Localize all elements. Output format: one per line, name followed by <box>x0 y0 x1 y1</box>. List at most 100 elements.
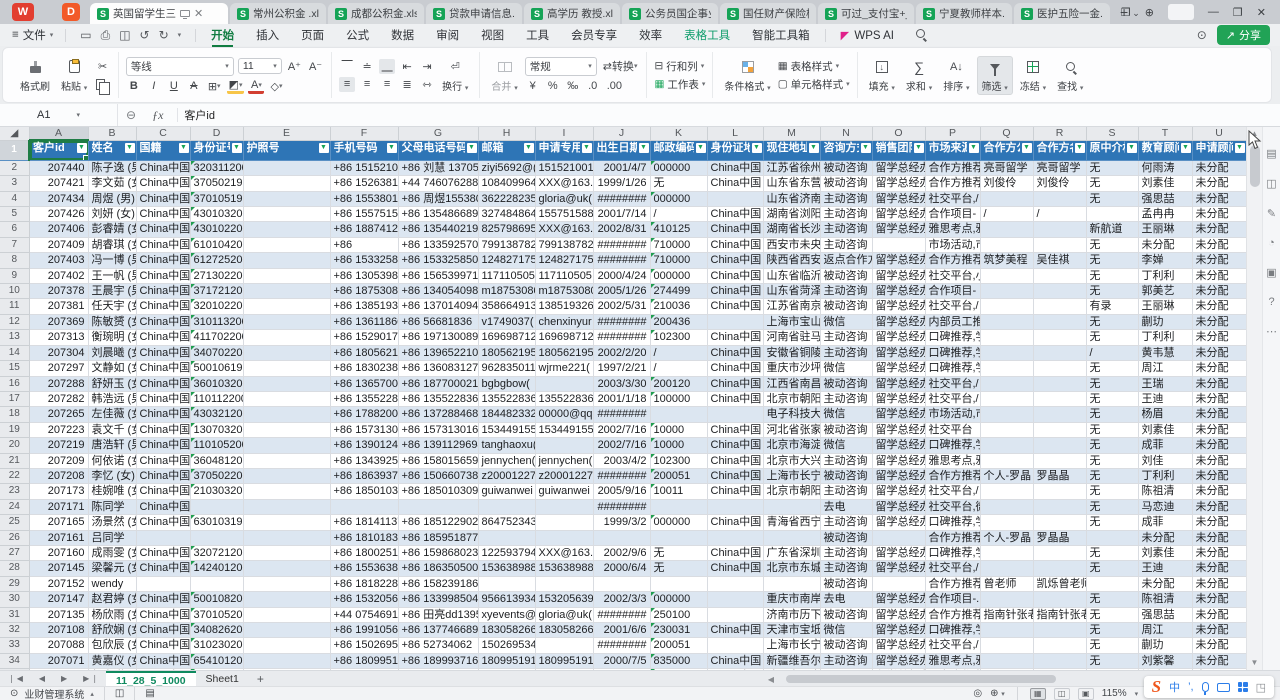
cell-D5[interactable]: 430103200107142529 <box>190 207 243 222</box>
cell-C20[interactable]: China中国 <box>136 438 190 453</box>
cell-U26[interactable]: 未分配 <box>1192 530 1246 545</box>
cell-C21[interactable]: China中国 <box>136 453 190 468</box>
cell-S14[interactable]: / <box>1086 345 1138 360</box>
cell-L29[interactable] <box>707 576 763 591</box>
increase-indent-button[interactable]: ⇥ <box>419 59 435 74</box>
cell-B34[interactable]: 黄嘉仪 (女 <box>88 653 136 668</box>
cell-D19[interactable]: 130703200106280921 <box>190 422 243 437</box>
cell-N7[interactable]: 主动咨询 <box>820 237 872 252</box>
cell-N32[interactable]: 微信 <box>820 623 872 638</box>
cell-M3[interactable]: 山东省东营 <box>763 176 820 191</box>
cell-S19[interactable]: 无 <box>1086 422 1138 437</box>
cell-R15[interactable] <box>1033 361 1086 376</box>
wrap-text-button[interactable]: ⏎ 换行 ▾ <box>438 57 472 94</box>
cell-D14[interactable]: 340702200202202520 <box>190 345 243 360</box>
align-center-button[interactable]: ≡ <box>359 77 375 92</box>
cell-Q9[interactable] <box>980 268 1033 283</box>
cell-Q8[interactable]: 筑梦美程 <box>980 253 1033 268</box>
cell-N19[interactable]: 被动咨询 <box>820 422 872 437</box>
cell-D16[interactable]: 360103200303300725 <box>190 376 243 391</box>
filter-dropdown-icon[interactable]: ▼ <box>1181 143 1191 153</box>
cell-H15[interactable]: 962835011 <box>478 361 535 376</box>
document-tab[interactable]: S常州公积金 .xlsx <box>230 3 326 24</box>
cell-K16[interactable]: 200120 <box>650 376 707 391</box>
row-header-10[interactable]: 10 <box>0 284 29 299</box>
cell-T18[interactable]: 杨眉 <box>1138 407 1192 422</box>
cell-A34[interactable]: 207071 <box>29 653 88 668</box>
cell-O7[interactable] <box>872 237 925 252</box>
row-header-1[interactable]: 1 <box>0 140 29 160</box>
cell-M22[interactable]: 上海市长宁 <box>763 468 820 483</box>
cell-A18[interactable]: 207265 <box>29 407 88 422</box>
cell-T25[interactable]: 成菲 <box>1138 515 1192 530</box>
cell-J2[interactable]: 2001/4/7 <box>593 160 650 175</box>
cell-P33[interactable]: 社交平台,/ <box>925 638 980 653</box>
cell-F26[interactable]: +86 18101832· <box>330 530 398 545</box>
cell-O23[interactable]: 留学总经办 <box>872 484 925 499</box>
cell-I13[interactable]: 169698712 <box>535 330 593 345</box>
column-header-S[interactable]: S <box>1086 127 1138 140</box>
cell-G8[interactable]: +86 1533258500( <box>398 253 478 268</box>
cell-I21[interactable]: jennychen( <box>535 453 593 468</box>
menu-tab-插入[interactable]: 插入 <box>245 25 290 45</box>
cell-E34[interactable] <box>243 653 330 668</box>
cell-L14[interactable]: China中国 <box>707 345 763 360</box>
cell-B24[interactable]: 陈同学 <box>88 499 136 514</box>
cell-Q23[interactable] <box>980 484 1033 499</box>
header-cell-L1[interactable]: 身份证地▼ <box>707 140 763 160</box>
cell-A15[interactable]: 207297 <box>29 361 88 376</box>
cell-M25[interactable]: 青海省西宁 <box>763 515 820 530</box>
cell-T33[interactable]: 蒯玏 <box>1138 638 1192 653</box>
cell-Q3[interactable]: 刘俊伶 <box>980 176 1033 191</box>
row-header-17[interactable]: 17 <box>0 391 29 406</box>
cell-Q5[interactable]: / <box>980 207 1033 222</box>
cell-S7[interactable]: 无 <box>1086 237 1138 252</box>
zoom-chevron-icon[interactable]: ▾ <box>1135 690 1139 698</box>
cell-U6[interactable]: 未分配 <box>1192 222 1246 237</box>
cell-H16[interactable]: bgbgbow( <box>478 376 535 391</box>
cell-M26[interactable] <box>763 530 820 545</box>
cell-L28[interactable]: China中国 <box>707 561 763 576</box>
sheet-tab-Sheet1[interactable]: Sheet1 <box>196 671 249 686</box>
share-button[interactable]: ↗ 分享 <box>1217 25 1270 45</box>
cell-E6[interactable] <box>243 222 330 237</box>
minimize-button[interactable]: — <box>1208 6 1219 18</box>
cell-K32[interactable]: 230031 <box>650 623 707 638</box>
cell-H25[interactable]: 864752343 <box>478 515 535 530</box>
cell-Q20[interactable] <box>980 438 1033 453</box>
cell-K4[interactable]: 000000 <box>650 191 707 206</box>
cell-I7[interactable]: 799138782 <box>535 237 593 252</box>
cell-A13[interactable]: 207313 <box>29 330 88 345</box>
cell-F17[interactable]: +86 13552283: <box>330 391 398 406</box>
ime-lang-toggle[interactable]: 中 <box>1169 679 1180 695</box>
column-header-A[interactable]: A <box>29 127 88 140</box>
cell-J13[interactable]: ######## <box>593 330 650 345</box>
cell-F23[interactable]: +86 18501030· <box>330 484 398 499</box>
cell-M29[interactable] <box>763 576 820 591</box>
cell-R3[interactable]: 刘俊伶 <box>1033 176 1086 191</box>
print-preview-icon[interactable]: ◫ <box>119 28 130 42</box>
cell-S9[interactable]: 无 <box>1086 268 1138 283</box>
cell-N20[interactable]: 微信 <box>820 438 872 453</box>
cell-A32[interactable]: 207108 <box>29 623 88 638</box>
name-box[interactable]: A1▾ <box>0 104 118 126</box>
cell-R29[interactable]: 凯烁曾老师 <box>1033 576 1086 591</box>
cell-C10[interactable]: China中国 <box>136 284 190 299</box>
menu-tab-工具[interactable]: 工具 <box>515 25 560 45</box>
column-header-P[interactable]: P <box>925 127 980 140</box>
conditional-format-button[interactable]: 条件格式 ▾ <box>720 57 774 94</box>
cell-U10[interactable]: 未分配 <box>1192 284 1246 299</box>
cell-E31[interactable] <box>243 607 330 622</box>
cell-I6[interactable]: XXX@163. <box>535 222 593 237</box>
vertical-scroll-thumb[interactable] <box>1250 145 1260 187</box>
permille-button[interactable]: ‰ <box>565 79 581 94</box>
cell-U31[interactable]: 未分配 <box>1192 607 1246 622</box>
status-cell-mode-icon[interactable]: ◫ <box>115 688 124 699</box>
cell-K29[interactable] <box>650 576 707 591</box>
cell-Q18[interactable] <box>980 407 1033 422</box>
sheet-nav-prev-icon[interactable]: ◀ <box>31 674 53 683</box>
cell-P32[interactable]: 口碑推荐,学 <box>925 623 980 638</box>
row-header-8[interactable]: 8 <box>0 253 29 268</box>
cell-U5[interactable]: 未分配 <box>1192 207 1246 222</box>
cell-N21[interactable]: 主动咨询 <box>820 453 872 468</box>
